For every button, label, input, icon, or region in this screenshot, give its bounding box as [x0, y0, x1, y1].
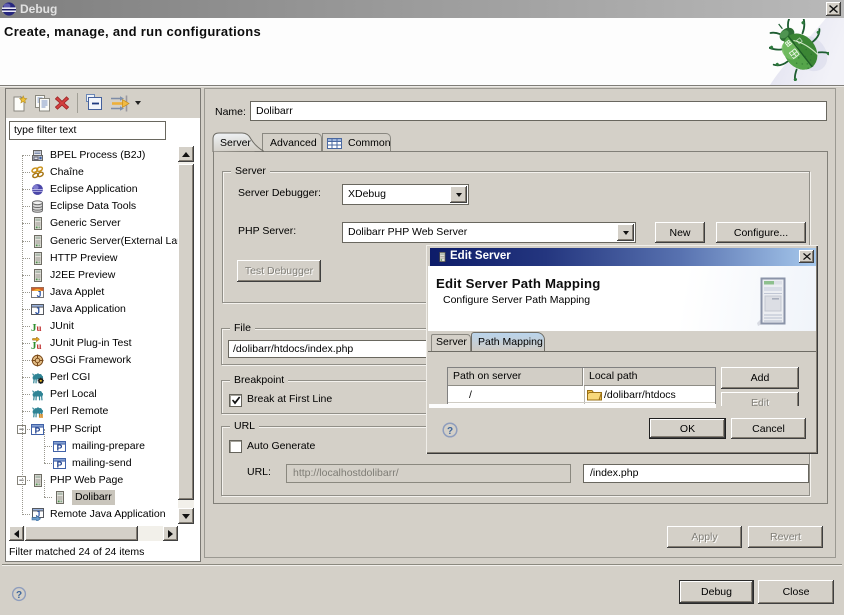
- svg-text:J: J: [35, 306, 40, 316]
- svg-text:P: P: [57, 460, 63, 470]
- svg-text:J: J: [37, 289, 42, 299]
- svg-text:?: ?: [16, 590, 22, 601]
- svg-text:?: ?: [447, 426, 453, 437]
- svg-text:u: u: [37, 323, 42, 333]
- svg-text:u: u: [37, 341, 42, 350]
- svg-text:P: P: [35, 426, 41, 436]
- svg-text:P: P: [57, 443, 63, 453]
